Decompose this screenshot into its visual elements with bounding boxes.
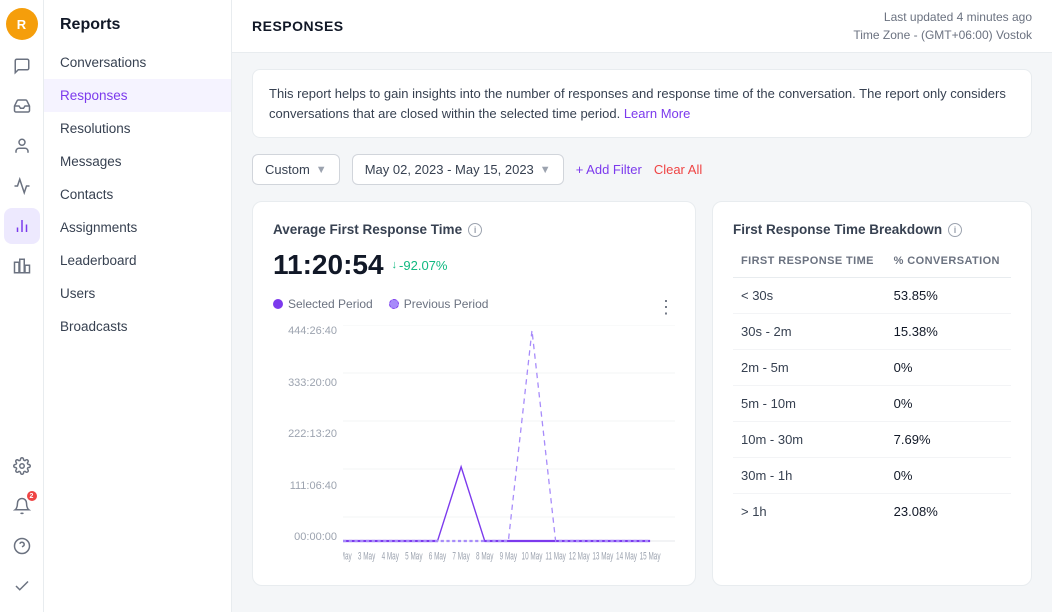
sidebar-item-conversations[interactable]: Conversations [44,46,231,79]
check-icon[interactable] [4,568,40,604]
chart-svg: 2 May 3 May 4 May 5 May 6 May 7 May 8 Ma… [343,325,675,565]
icon-bar: R 2 [0,0,44,612]
sidebar-item-contacts[interactable]: Contacts [44,178,231,211]
legend-dot-solid [273,299,283,309]
svg-text:11 May: 11 May [545,550,566,562]
table-row: < 30s53.85% [733,278,1011,314]
add-filter-button[interactable]: + Add Filter [576,162,642,177]
sidebar-item-messages[interactable]: Messages [44,145,231,178]
sidebar-item-resolutions[interactable]: Resolutions [44,112,231,145]
sidebar-item-leaderboard[interactable]: Leaderboard [44,244,231,277]
description-box: This report helps to gain insights into … [252,69,1032,138]
breakdown-info-icon[interactable]: i [948,223,962,237]
svg-text:10 May: 10 May [522,550,543,562]
sidebar-title: Reports [44,0,231,46]
chevron-down-icon: ▼ [316,164,327,176]
notifications-icon[interactable]: 2 [4,488,40,524]
svg-text:15 May: 15 May [640,550,661,562]
table-row: 5m - 10m0% [733,386,1011,422]
svg-text:12 May: 12 May [569,550,590,562]
down-arrow-icon: ↓ [392,259,398,271]
help-icon[interactable] [4,528,40,564]
period-filter[interactable]: Custom ▼ [252,154,340,185]
chart-more-button[interactable]: ⋮ [657,297,675,318]
y-axis-labels: 444:26:40 333:20:00 222:13:20 111:06:40 … [273,325,337,565]
svg-text:3 May: 3 May [358,550,376,562]
clear-all-button[interactable]: Clear All [654,162,702,177]
legend-selected: Selected Period [273,297,373,311]
contacts-icon[interactable] [4,128,40,164]
reports-icon[interactable] [4,208,40,244]
filter-bar: Custom ▼ May 02, 2023 - May 15, 2023 ▼ +… [252,154,1032,185]
page-title: RESPONSES [252,18,344,34]
sidebar-item-assignments[interactable]: Assignments [44,211,231,244]
inbox-icon[interactable] [4,88,40,124]
main-body: This report helps to gain insights into … [232,53,1052,612]
learn-more-link[interactable]: Learn More [624,106,690,121]
table-row: 10m - 30m7.69% [733,422,1011,458]
legend-dot-dashed [389,299,399,309]
metric-change: ↓ -92.07% [392,258,448,273]
breakdown-table: FIRST RESPONSE TIME % CONVERSATION < 30s… [733,249,1011,529]
conversations-icon[interactable] [4,48,40,84]
avatar[interactable]: R [6,8,38,40]
chevron-down-icon: ▼ [540,164,551,176]
sidebar-item-responses[interactable]: Responses [44,79,231,112]
notification-count: 2 [27,491,37,501]
svg-text:13 May: 13 May [592,550,613,562]
sidebar: Reports ConversationsResponsesResolution… [44,0,232,612]
cards-row: Average First Response Time i 11:20:54 ↓… [252,201,1032,586]
svg-text:6 May: 6 May [429,550,447,562]
table-row: > 1h23.08% [733,494,1011,530]
svg-text:7 May: 7 May [452,550,470,562]
campaigns-icon[interactable] [4,168,40,204]
breakdown-card-title: First Response Time Breakdown i [733,222,1011,237]
info-icon[interactable]: i [468,223,482,237]
col-pct-header: % CONVERSATION [886,249,1011,278]
chart-area: 2 May 3 May 4 May 5 May 6 May 7 May 8 Ma… [343,325,675,565]
main-content: RESPONSES Last updated 4 minutes ago Tim… [232,0,1052,612]
svg-text:4 May: 4 May [382,550,400,562]
avg-first-response-card: Average First Response Time i 11:20:54 ↓… [252,201,696,586]
svg-text:9 May: 9 May [500,550,518,562]
metric-value: 11:20:54 ↓ -92.07% [273,249,675,281]
chart-legend: Selected Period Previous Period [273,297,488,311]
svg-text:5 May: 5 May [405,550,423,562]
breakdown-card: First Response Time Breakdown i FIRST RE… [712,201,1032,586]
legend-previous: Previous Period [389,297,489,311]
last-updated: Last updated 4 minutes ago Time Zone - (… [853,8,1032,44]
card-title: Average First Response Time i [273,222,675,237]
table-row: 30s - 2m15.38% [733,314,1011,350]
org-icon[interactable] [4,248,40,284]
sidebar-item-broadcasts[interactable]: Broadcasts [44,310,231,343]
table-row: 2m - 5m0% [733,350,1011,386]
settings-icon[interactable] [4,448,40,484]
svg-text:2 May: 2 May [343,550,352,562]
date-range-filter[interactable]: May 02, 2023 - May 15, 2023 ▼ [352,154,564,185]
col-range-header: FIRST RESPONSE TIME [733,249,886,278]
sidebar-item-users[interactable]: Users [44,277,231,310]
main-header: RESPONSES Last updated 4 minutes ago Tim… [232,0,1052,53]
svg-text:8 May: 8 May [476,550,494,562]
table-row: 30m - 1h0% [733,458,1011,494]
svg-text:14 May: 14 May [616,550,637,562]
